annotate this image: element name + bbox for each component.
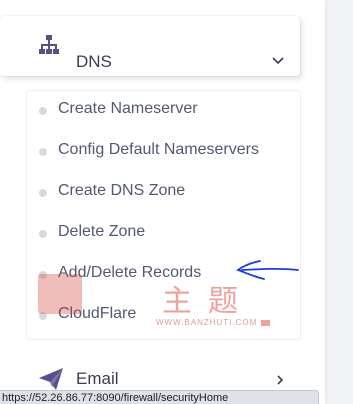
submenu-item-delete-zone[interactable]: Delete Zone	[27, 214, 300, 255]
submenu-item-create-nameserver[interactable]: Create Nameserver	[27, 91, 300, 132]
bullet-icon	[39, 107, 47, 115]
status-bar-url: https://52.26.86.77:8090/firewall/securi…	[0, 390, 319, 404]
bullet-icon	[39, 189, 47, 197]
submenu-item-label: Create Nameserver	[58, 100, 198, 117]
sidebar-item-label: Email	[76, 369, 119, 388]
submenu-item-config-default-nameservers[interactable]: Config Default Nameservers	[27, 132, 300, 173]
chevron-down-icon[interactable]	[270, 54, 286, 68]
paper-plane-icon	[39, 368, 63, 390]
chevron-right-icon[interactable]	[275, 373, 285, 387]
annotation-arrow-icon	[236, 260, 299, 280]
submenu-item-label: Config Default Nameservers	[58, 141, 259, 158]
watermark-domain: WWW.BANZHUTI.COM	[156, 318, 271, 327]
bullet-icon	[39, 230, 47, 238]
sidebar-panel: DNS Create Nameserver Config Default Nam…	[0, 0, 325, 404]
submenu-item-create-dns-zone[interactable]: Create DNS Zone	[27, 173, 300, 214]
bullet-icon	[39, 148, 47, 156]
sidebar-item-dns[interactable]: DNS	[0, 16, 300, 76]
sitemap-icon	[39, 35, 59, 54]
submenu-item-label: Create DNS Zone	[58, 182, 186, 199]
submenu-item-label: Delete Zone	[58, 223, 146, 240]
sidebar-item-label: DNS	[76, 52, 112, 71]
watermark-logo	[38, 274, 82, 314]
watermark-text: 主题	[162, 284, 254, 319]
